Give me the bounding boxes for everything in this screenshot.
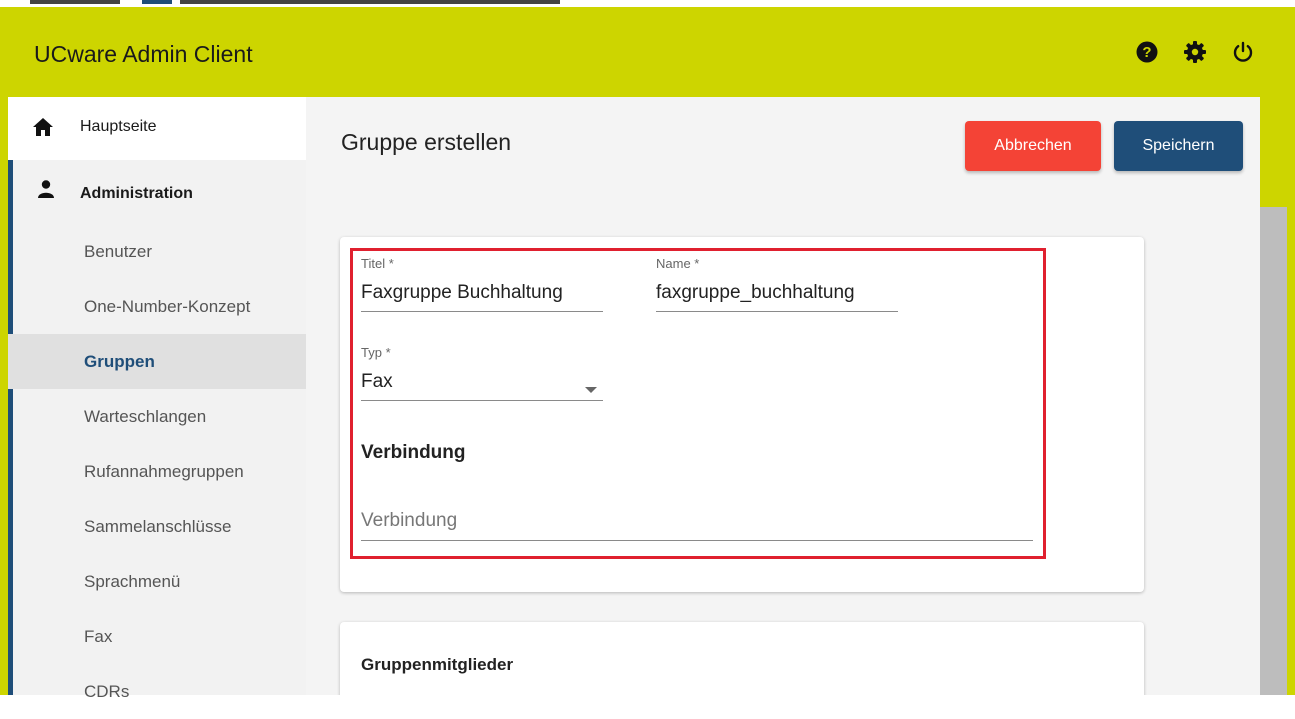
main-content: Gruppe erstellen Abbrechen Speichern Tit…	[306, 97, 1260, 695]
sidebar-item-label: One-Number-Konzept	[84, 297, 251, 316]
help-icon[interactable]: ?	[1135, 40, 1159, 64]
sidebar-item-label: CDRs	[84, 682, 130, 701]
sidebar-item-administration[interactable]: Administration	[8, 160, 306, 224]
sidebar-item-label: Sprachmenü	[84, 572, 181, 591]
sidebar-item-label: Gruppen	[84, 352, 155, 371]
titel-underline	[361, 311, 603, 312]
typ-value[interactable]: Fax	[361, 371, 603, 393]
sidebar-item-label: Rufannahmegruppen	[84, 462, 244, 481]
sidebar-item-home[interactable]: Hauptseite	[8, 97, 306, 160]
sidebar-item-gruppen[interactable]: Gruppen	[8, 334, 306, 389]
typ-label: Typ *	[361, 345, 391, 360]
sidebar-item-label: Sammelanschlüsse	[84, 517, 232, 536]
sidebar-item-label: Benutzer	[84, 242, 153, 261]
sidebar-subitems: Benutzer One-Number-Konzept Gruppen Wart…	[8, 224, 306, 719]
sidebar-item-label: Warteschlangen	[84, 407, 207, 426]
group-details-card: Titel * Faxgruppe Buchhaltung Name * fax…	[340, 237, 1144, 592]
power-icon[interactable]	[1231, 40, 1255, 64]
verbindung-input[interactable]: Verbindung	[361, 510, 1033, 532]
home-icon	[32, 117, 58, 141]
verbindung-heading: Verbindung	[361, 442, 466, 463]
sidebar-item-label: Fax	[84, 627, 113, 646]
verbindung-underline	[361, 540, 1033, 541]
scrollbar[interactable]	[1260, 207, 1287, 695]
svg-text:?: ?	[1142, 44, 1151, 61]
titel-input[interactable]: Faxgruppe Buchhaltung	[361, 282, 603, 304]
name-input[interactable]: faxgruppe_buchhaltung	[656, 282, 898, 304]
sidebar-item-one-number-konzept[interactable]: One-Number-Konzept	[8, 279, 306, 334]
group-members-card: Gruppenmitglieder	[340, 622, 1144, 695]
titel-label: Titel *	[361, 256, 394, 271]
sidebar-item-fax[interactable]: Fax	[8, 609, 306, 664]
name-label: Name *	[656, 256, 700, 271]
titel-field[interactable]: Titel * Faxgruppe Buchhaltung	[361, 256, 603, 312]
sidebar-item-label: Administration	[80, 185, 193, 202]
header-actions: ?	[1135, 40, 1255, 64]
name-field[interactable]: Name * faxgruppe_buchhaltung	[656, 256, 898, 312]
typ-underline	[361, 400, 603, 401]
app-header: UCware Admin Client ?	[0, 7, 1295, 97]
dropdown-arrow-icon[interactable]	[585, 387, 597, 393]
members-heading: Gruppenmitglieder	[361, 655, 514, 674]
sidebar-item-sprachmenue[interactable]: Sprachmenü	[8, 554, 306, 609]
verbindung-field[interactable]: Verbindung	[361, 510, 1033, 541]
sidebar-item-warteschlangen[interactable]: Warteschlangen	[8, 389, 306, 444]
sidebar: Hauptseite Administration Benutzer One-N…	[8, 97, 306, 701]
sidebar-item-benutzer[interactable]: Benutzer	[8, 224, 306, 279]
cancel-button[interactable]: Abbrechen	[965, 121, 1101, 171]
person-icon	[38, 180, 64, 204]
settings-icon[interactable]	[1183, 40, 1207, 64]
name-underline	[656, 311, 898, 312]
save-button[interactable]: Speichern	[1114, 121, 1243, 171]
sidebar-item-sammelanschluesse[interactable]: Sammelanschlüsse	[8, 499, 306, 554]
sidebar-item-label: Hauptseite	[80, 118, 157, 135]
sidebar-item-rufannahmegruppen[interactable]: Rufannahmegruppen	[8, 444, 306, 499]
sidebar-item-cdrs[interactable]: CDRs	[8, 664, 306, 719]
cropped-caption-strip	[0, 0, 1295, 7]
page-title: Gruppe erstellen	[341, 129, 512, 155]
app-window: UCware Admin Client ? Hauptseite Adminis…	[0, 7, 1295, 701]
typ-select[interactable]: Typ * Fax	[361, 345, 603, 401]
app-title: UCware Admin Client	[34, 41, 253, 67]
